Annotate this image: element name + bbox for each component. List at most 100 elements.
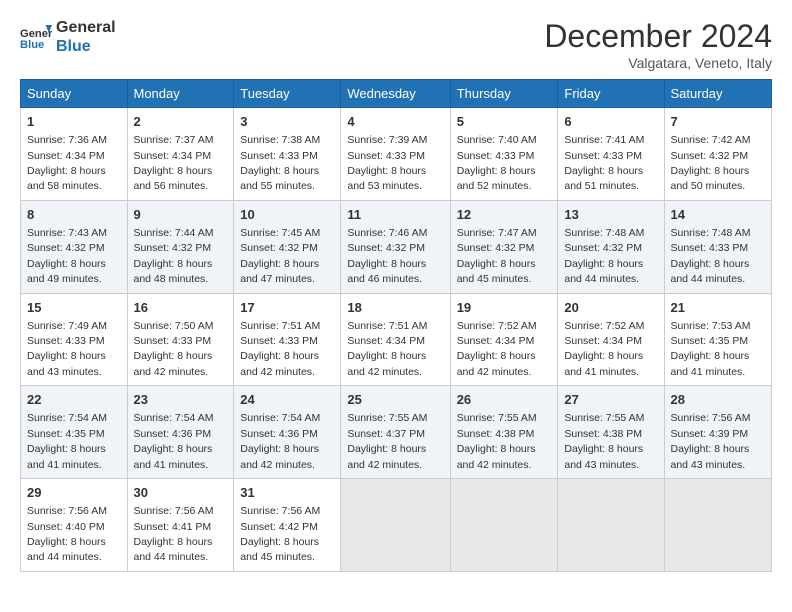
calendar-cell: 3 Sunrise: 7:38 AMSunset: 4:33 PMDayligh…	[234, 108, 341, 201]
location-subtitle: Valgatara, Veneto, Italy	[544, 55, 772, 71]
day-number: 17	[240, 299, 334, 317]
calendar-cell: 20 Sunrise: 7:52 AMSunset: 4:34 PMDaylig…	[558, 293, 664, 386]
calendar-cell: 1 Sunrise: 7:36 AMSunset: 4:34 PMDayligh…	[21, 108, 128, 201]
day-number: 24	[240, 391, 334, 409]
day-number: 15	[27, 299, 121, 317]
day-info: Sunrise: 7:51 AMSunset: 4:34 PMDaylight:…	[347, 320, 427, 378]
day-info: Sunrise: 7:51 AMSunset: 4:33 PMDaylight:…	[240, 320, 320, 378]
day-info: Sunrise: 7:45 AMSunset: 4:32 PMDaylight:…	[240, 227, 320, 285]
day-info: Sunrise: 7:54 AMSunset: 4:36 PMDaylight:…	[134, 412, 214, 470]
page: General Blue General Blue December 2024 …	[0, 0, 792, 612]
day-info: Sunrise: 7:38 AMSunset: 4:33 PMDaylight:…	[240, 134, 320, 192]
calendar-cell	[341, 479, 450, 572]
calendar-table: SundayMondayTuesdayWednesdayThursdayFrid…	[20, 79, 772, 572]
calendar-cell: 31 Sunrise: 7:56 AMSunset: 4:42 PMDaylig…	[234, 479, 341, 572]
day-info: Sunrise: 7:55 AMSunset: 4:38 PMDaylight:…	[457, 412, 537, 470]
day-info: Sunrise: 7:42 AMSunset: 4:32 PMDaylight:…	[671, 134, 751, 192]
day-number: 14	[671, 206, 766, 224]
header: General Blue General Blue December 2024 …	[0, 0, 792, 79]
calendar-cell	[450, 479, 558, 572]
logo: General Blue General Blue	[20, 18, 116, 56]
weekday-header-sunday: Sunday	[21, 80, 128, 108]
day-info: Sunrise: 7:53 AMSunset: 4:35 PMDaylight:…	[671, 320, 751, 378]
calendar-cell: 13 Sunrise: 7:48 AMSunset: 4:32 PMDaylig…	[558, 200, 664, 293]
day-number: 25	[347, 391, 443, 409]
day-number: 28	[671, 391, 766, 409]
logo-text: General Blue	[56, 18, 116, 56]
week-row-1: 1 Sunrise: 7:36 AMSunset: 4:34 PMDayligh…	[21, 108, 772, 201]
day-info: Sunrise: 7:49 AMSunset: 4:33 PMDaylight:…	[27, 320, 107, 378]
week-row-2: 8 Sunrise: 7:43 AMSunset: 4:32 PMDayligh…	[21, 200, 772, 293]
calendar-cell: 10 Sunrise: 7:45 AMSunset: 4:32 PMDaylig…	[234, 200, 341, 293]
week-row-5: 29 Sunrise: 7:56 AMSunset: 4:40 PMDaylig…	[21, 479, 772, 572]
calendar-cell: 8 Sunrise: 7:43 AMSunset: 4:32 PMDayligh…	[21, 200, 128, 293]
day-number: 6	[564, 113, 657, 131]
day-number: 20	[564, 299, 657, 317]
day-number: 13	[564, 206, 657, 224]
day-info: Sunrise: 7:36 AMSunset: 4:34 PMDaylight:…	[27, 134, 107, 192]
day-number: 7	[671, 113, 766, 131]
day-number: 19	[457, 299, 552, 317]
weekday-header-saturday: Saturday	[664, 80, 772, 108]
day-info: Sunrise: 7:46 AMSunset: 4:32 PMDaylight:…	[347, 227, 427, 285]
calendar-cell: 11 Sunrise: 7:46 AMSunset: 4:32 PMDaylig…	[341, 200, 450, 293]
day-info: Sunrise: 7:56 AMSunset: 4:40 PMDaylight:…	[27, 505, 107, 563]
calendar-cell: 16 Sunrise: 7:50 AMSunset: 4:33 PMDaylig…	[127, 293, 234, 386]
day-number: 23	[134, 391, 228, 409]
calendar-cell: 19 Sunrise: 7:52 AMSunset: 4:34 PMDaylig…	[450, 293, 558, 386]
day-number: 18	[347, 299, 443, 317]
calendar-cell: 4 Sunrise: 7:39 AMSunset: 4:33 PMDayligh…	[341, 108, 450, 201]
calendar-cell: 27 Sunrise: 7:55 AMSunset: 4:38 PMDaylig…	[558, 386, 664, 479]
calendar-cell: 22 Sunrise: 7:54 AMSunset: 4:35 PMDaylig…	[21, 386, 128, 479]
calendar-cell: 17 Sunrise: 7:51 AMSunset: 4:33 PMDaylig…	[234, 293, 341, 386]
day-number: 8	[27, 206, 121, 224]
calendar-cell: 2 Sunrise: 7:37 AMSunset: 4:34 PMDayligh…	[127, 108, 234, 201]
calendar-cell: 5 Sunrise: 7:40 AMSunset: 4:33 PMDayligh…	[450, 108, 558, 201]
day-info: Sunrise: 7:55 AMSunset: 4:37 PMDaylight:…	[347, 412, 427, 470]
day-number: 30	[134, 484, 228, 502]
calendar-cell: 29 Sunrise: 7:56 AMSunset: 4:40 PMDaylig…	[21, 479, 128, 572]
weekday-header-friday: Friday	[558, 80, 664, 108]
month-title: December 2024	[544, 18, 772, 55]
day-info: Sunrise: 7:41 AMSunset: 4:33 PMDaylight:…	[564, 134, 644, 192]
day-number: 26	[457, 391, 552, 409]
day-number: 31	[240, 484, 334, 502]
day-info: Sunrise: 7:56 AMSunset: 4:41 PMDaylight:…	[134, 505, 214, 563]
calendar-cell: 25 Sunrise: 7:55 AMSunset: 4:37 PMDaylig…	[341, 386, 450, 479]
weekday-header-tuesday: Tuesday	[234, 80, 341, 108]
calendar-cell: 23 Sunrise: 7:54 AMSunset: 4:36 PMDaylig…	[127, 386, 234, 479]
weekday-header-row: SundayMondayTuesdayWednesdayThursdayFrid…	[21, 80, 772, 108]
calendar-cell: 15 Sunrise: 7:49 AMSunset: 4:33 PMDaylig…	[21, 293, 128, 386]
day-number: 11	[347, 206, 443, 224]
logo-icon: General Blue	[20, 21, 52, 53]
day-info: Sunrise: 7:56 AMSunset: 4:42 PMDaylight:…	[240, 505, 320, 563]
day-number: 10	[240, 206, 334, 224]
day-info: Sunrise: 7:48 AMSunset: 4:33 PMDaylight:…	[671, 227, 751, 285]
day-info: Sunrise: 7:50 AMSunset: 4:33 PMDaylight:…	[134, 320, 214, 378]
weekday-header-thursday: Thursday	[450, 80, 558, 108]
day-number: 22	[27, 391, 121, 409]
day-number: 29	[27, 484, 121, 502]
week-row-3: 15 Sunrise: 7:49 AMSunset: 4:33 PMDaylig…	[21, 293, 772, 386]
day-info: Sunrise: 7:56 AMSunset: 4:39 PMDaylight:…	[671, 412, 751, 470]
day-info: Sunrise: 7:43 AMSunset: 4:32 PMDaylight:…	[27, 227, 107, 285]
calendar-cell: 26 Sunrise: 7:55 AMSunset: 4:38 PMDaylig…	[450, 386, 558, 479]
day-info: Sunrise: 7:37 AMSunset: 4:34 PMDaylight:…	[134, 134, 214, 192]
day-number: 16	[134, 299, 228, 317]
calendar-cell: 7 Sunrise: 7:42 AMSunset: 4:32 PMDayligh…	[664, 108, 772, 201]
calendar-cell	[558, 479, 664, 572]
day-number: 12	[457, 206, 552, 224]
day-number: 4	[347, 113, 443, 131]
day-info: Sunrise: 7:52 AMSunset: 4:34 PMDaylight:…	[564, 320, 644, 378]
day-info: Sunrise: 7:40 AMSunset: 4:33 PMDaylight:…	[457, 134, 537, 192]
weekday-header-wednesday: Wednesday	[341, 80, 450, 108]
calendar-cell	[664, 479, 772, 572]
day-info: Sunrise: 7:47 AMSunset: 4:32 PMDaylight:…	[457, 227, 537, 285]
day-number: 9	[134, 206, 228, 224]
calendar-cell: 18 Sunrise: 7:51 AMSunset: 4:34 PMDaylig…	[341, 293, 450, 386]
day-info: Sunrise: 7:54 AMSunset: 4:35 PMDaylight:…	[27, 412, 107, 470]
calendar-cell: 14 Sunrise: 7:48 AMSunset: 4:33 PMDaylig…	[664, 200, 772, 293]
day-number: 27	[564, 391, 657, 409]
calendar-cell: 9 Sunrise: 7:44 AMSunset: 4:32 PMDayligh…	[127, 200, 234, 293]
svg-text:General: General	[20, 28, 52, 40]
